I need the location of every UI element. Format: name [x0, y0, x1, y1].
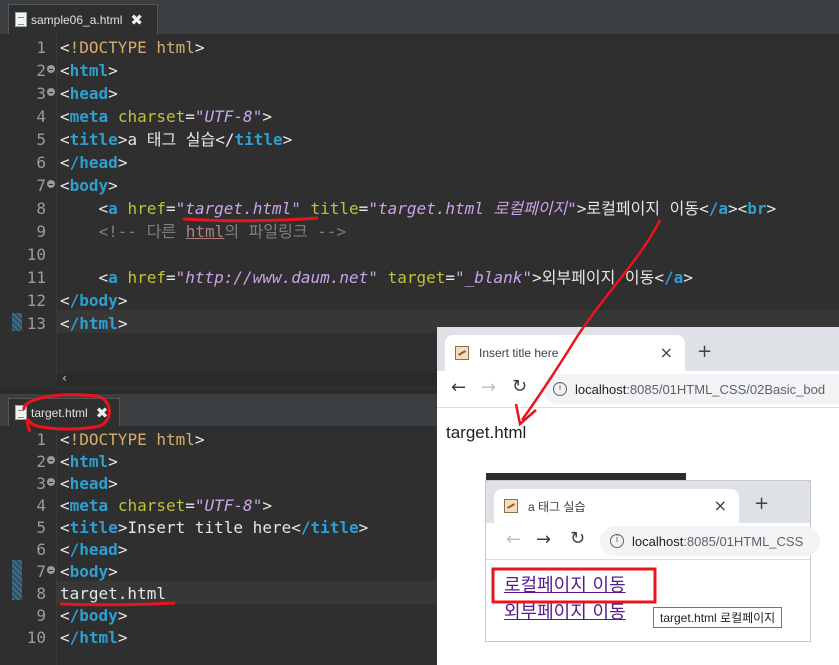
annotation-underline-href	[182, 216, 319, 223]
annotation-overlay	[22, 216, 662, 607]
annotation-tab-circle	[22, 393, 111, 433]
annotation-arrow-link	[520, 219, 662, 421]
annotation-link-box	[491, 567, 657, 604]
annotation-underline-text	[59, 601, 176, 607]
